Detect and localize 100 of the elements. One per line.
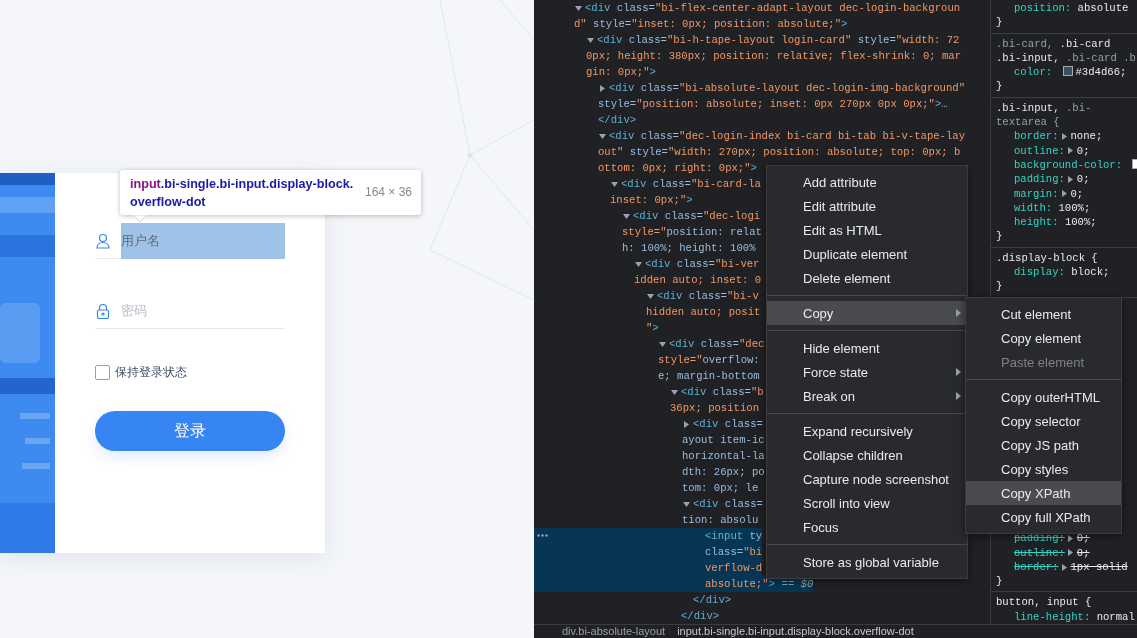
remember-checkbox[interactable] — [95, 364, 110, 380]
css-value: absolute — [1077, 2, 1129, 14]
selected-row[interactable]: verflow-d — [534, 560, 763, 576]
menu-item[interactable]: Hide element — [767, 336, 967, 360]
css-brace: } — [996, 15, 1004, 30]
css-value: block; — [1071, 266, 1110, 279]
html-code-line: class="bi — [705, 546, 763, 558]
menu-item[interactable]: Duplicate element — [767, 242, 967, 266]
html-code-line: gin: 0px;"> — [586, 66, 656, 78]
remember-label: 保持登录状态 — [115, 364, 187, 381]
menu-item[interactable]: Store as global variable — [767, 550, 967, 574]
caret-icon[interactable] — [575, 4, 582, 12]
menu-item[interactable]: Edit as HTML — [767, 218, 967, 242]
selected-row[interactable]: class="bi — [534, 544, 763, 560]
html-code-line: 36px; position — [670, 402, 759, 414]
html-code-line: 0px; height: 380px; position: relative; flex-shrink: 0; mar — [586, 50, 962, 62]
caret-icon[interactable] — [683, 500, 690, 508]
breadcrumb[interactable]: div.bi-absolute-layout — [562, 625, 666, 638]
menu-item[interactable]: Copy outerHTML — [966, 385, 1121, 409]
menu-item[interactable]: Focus — [767, 515, 967, 539]
html-code-line: ottom: 0px; right: 0px;"> — [598, 162, 757, 174]
css-brace: } — [996, 574, 1004, 589]
login-button[interactable]: 登录 — [95, 411, 285, 451]
selected-row[interactable]: <input ty — [534, 528, 763, 544]
caret-icon[interactable] — [635, 260, 642, 268]
node-reference: == $0 — [781, 578, 814, 590]
html-code-line: <div class="bi-h-tape-layout login-card" style="width: 72 — [597, 34, 960, 46]
menu-item[interactable]: Force state — [767, 360, 967, 384]
html-code-line: idden auto; inset: 0 — [634, 274, 762, 286]
caret-icon[interactable] — [599, 84, 606, 92]
css-property: color: — [1014, 66, 1053, 79]
css-selector: .bi-card, — [996, 37, 1055, 50]
tree-node-row[interactable]: <div class="b 36px; position — [534, 384, 764, 416]
css-property: position: — [1014, 2, 1072, 14]
html-code-line: </div> — [693, 594, 732, 606]
html-code-line: dth: 26px; po — [682, 466, 765, 478]
html-code-line: <div class="bi-card-la — [621, 178, 761, 190]
css-selector: .bi-card — [1059, 37, 1111, 50]
expand-icon[interactable] — [1066, 175, 1074, 183]
menu-item[interactable]: Copy selector — [966, 409, 1121, 433]
element-size: 164 × 36 — [364, 184, 412, 201]
menu-item[interactable]: Copy full XPath — [966, 505, 1121, 529]
menu-item[interactable]: Break on — [767, 384, 967, 408]
caret-icon[interactable] — [623, 212, 630, 220]
menu-item[interactable]: Delete element — [767, 266, 967, 290]
html-code-line: inset: 0px;"> — [610, 194, 693, 206]
css-value: 0; — [1076, 173, 1090, 186]
caret-icon[interactable] — [647, 292, 654, 300]
html-code-line: <div class="bi-v — [657, 290, 759, 302]
menu-item[interactable]: Copy — [767, 301, 967, 325]
menu-item[interactable]: Copy JS path — [966, 433, 1121, 457]
caret-icon[interactable] — [587, 36, 594, 44]
html-code-line: <div class= — [693, 418, 763, 430]
lock-icon — [95, 302, 111, 319]
menu-item[interactable]: Copy XPath — [966, 481, 1121, 505]
tree-node-row[interactable]: <div class="bi-ver idden auto; inset: 0 — [534, 256, 762, 288]
html-code-line: style="position: absolute; inset: 0px 270px 0px 0px;">… — [598, 98, 948, 110]
html-code-line: tom: 0px; le — [682, 482, 759, 494]
menu-item[interactable]: Copy element — [966, 326, 1121, 350]
css-value: 0; — [1076, 532, 1090, 545]
html-code-line: <div class="b — [681, 386, 764, 398]
css-brace: } — [996, 279, 1004, 294]
css-selector: textarea { — [996, 116, 1060, 129]
css-value: 0; — [1070, 187, 1084, 200]
password-field[interactable]: 密码 — [121, 292, 285, 329]
expand-icon[interactable] — [1066, 549, 1074, 557]
expand-icon[interactable] — [1060, 133, 1068, 141]
css-selector: .bi- — [1064, 101, 1092, 114]
css-property: padding: — [1014, 532, 1065, 545]
css-property: border: — [1014, 130, 1059, 143]
caret-icon[interactable] — [599, 132, 606, 140]
caret-icon[interactable] — [659, 340, 666, 348]
menu-item[interactable]: Collapse children — [767, 443, 967, 467]
html-code-line: <div class="dec-logi — [633, 210, 761, 222]
html-code-line: <div class="dec-login-index bi-card bi-tab bi-v-tape-lay — [609, 130, 966, 142]
caret-icon[interactable] — [683, 420, 690, 428]
css-property: padding: — [1014, 173, 1065, 186]
menu-item[interactable]: Edit attribute — [767, 194, 967, 218]
css-property: border: — [1014, 560, 1059, 573]
caret-icon[interactable] — [611, 180, 618, 188]
css-value: 100%; — [1064, 216, 1097, 229]
html-code-line: h: 100%; height: 100% — [622, 242, 756, 254]
html-code-line: "> — [646, 322, 659, 334]
expand-icon[interactable] — [1060, 190, 1068, 198]
css-property: margin: — [1014, 187, 1059, 200]
css-value: #3d4d66; — [1075, 66, 1127, 79]
username-field[interactable]: 用户名 — [121, 222, 285, 259]
expand-icon[interactable] — [1060, 563, 1068, 571]
menu-item[interactable]: Cut element — [966, 302, 1121, 326]
menu-item[interactable]: Capture node screenshot — [767, 467, 967, 491]
caret-icon[interactable] — [671, 388, 678, 396]
expand-icon[interactable] — [1066, 147, 1074, 155]
color-swatch[interactable] — [1062, 66, 1073, 77]
menu-item[interactable]: Copy styles — [966, 457, 1121, 481]
more-icon[interactable] — [537, 534, 548, 537]
selected-row[interactable]: absolute;"> == $0 — [534, 576, 814, 592]
menu-item[interactable]: Expand recursively — [767, 419, 967, 443]
menu-item[interactable]: Scroll into view — [767, 491, 967, 515]
user-icon — [95, 232, 111, 249]
breadcrumb[interactable]: input.bi-single.bi-input.display-block.overflow-dot — [677, 625, 914, 638]
